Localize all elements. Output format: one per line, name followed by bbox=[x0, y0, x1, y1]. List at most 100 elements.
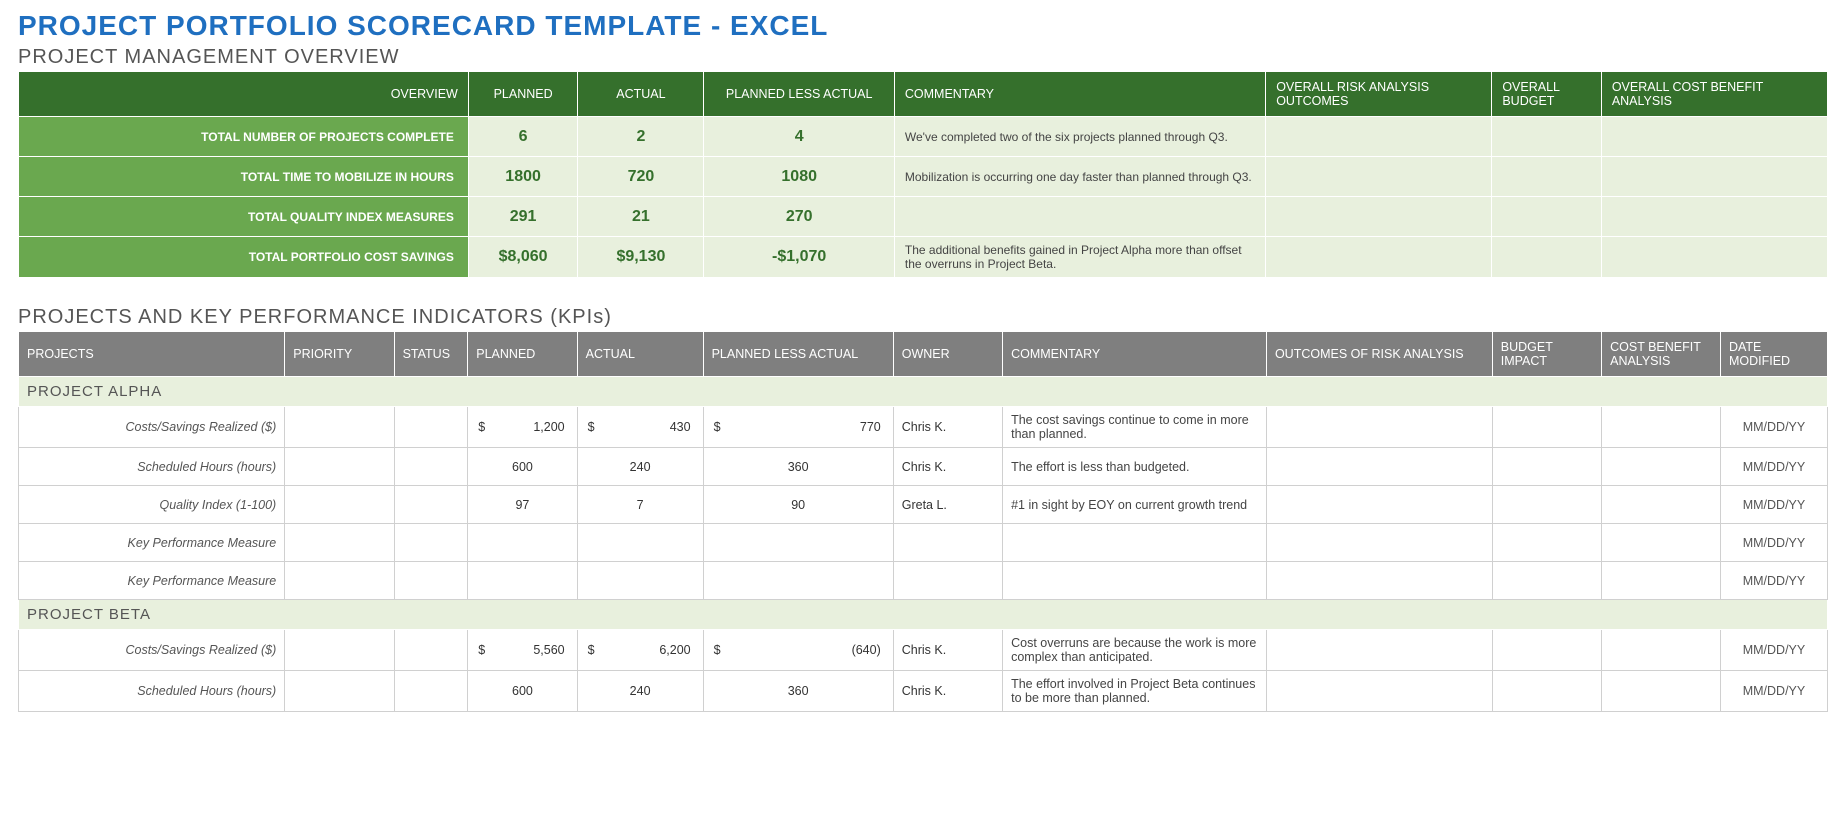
overview-row-commentary[interactable] bbox=[894, 197, 1265, 237]
kpi-cba[interactable] bbox=[1602, 671, 1721, 712]
overview-row-actual[interactable]: 2 bbox=[578, 117, 704, 157]
kpi-pla[interactable] bbox=[703, 524, 893, 562]
kpi-planned[interactable]: 600 bbox=[468, 671, 577, 712]
overview-row-budget[interactable] bbox=[1492, 237, 1601, 278]
kpi-risk[interactable] bbox=[1266, 671, 1492, 712]
priority-cell[interactable]: LOW bbox=[285, 524, 394, 562]
kpi-owner[interactable] bbox=[893, 562, 1002, 600]
overview-row-cba[interactable] bbox=[1601, 197, 1827, 237]
kpi-actual[interactable] bbox=[577, 562, 703, 600]
priority-cell[interactable]: MEDIUM bbox=[285, 448, 394, 486]
overview-row-pla[interactable]: 270 bbox=[704, 197, 894, 237]
status-cell[interactable]: GREEN bbox=[394, 562, 468, 600]
kpi-cba[interactable] bbox=[1602, 630, 1721, 671]
priority-cell[interactable]: HIGH bbox=[285, 630, 394, 671]
kpi-budget[interactable] bbox=[1492, 448, 1601, 486]
kpi-planned[interactable]: $1,200 bbox=[468, 407, 577, 448]
kpi-owner[interactable]: Chris K. bbox=[893, 448, 1002, 486]
overview-row-cba[interactable] bbox=[1601, 157, 1827, 197]
kpi-commentary[interactable]: #1 in sight by EOY on current growth tre… bbox=[1003, 486, 1267, 524]
kpi-cba[interactable] bbox=[1602, 448, 1721, 486]
overview-row-cba[interactable] bbox=[1601, 237, 1827, 278]
kpi-owner[interactable]: Greta L. bbox=[893, 486, 1002, 524]
kpi-planned[interactable] bbox=[468, 562, 577, 600]
kpi-commentary[interactable] bbox=[1003, 562, 1267, 600]
kpi-date[interactable]: MM/DD/YY bbox=[1720, 407, 1827, 448]
overview-row-commentary[interactable]: We've completed two of the six projects … bbox=[894, 117, 1265, 157]
kpi-planned[interactable] bbox=[468, 524, 577, 562]
kpi-commentary[interactable]: The effort involved in Project Beta cont… bbox=[1003, 671, 1267, 712]
kpi-risk[interactable] bbox=[1266, 486, 1492, 524]
overview-row-planned[interactable]: $8,060 bbox=[468, 237, 577, 278]
kpi-commentary[interactable]: Cost overruns are because the work is mo… bbox=[1003, 630, 1267, 671]
kpi-date[interactable]: MM/DD/YY bbox=[1720, 524, 1827, 562]
kpi-pla[interactable]: 360 bbox=[703, 448, 893, 486]
overview-row-risk[interactable] bbox=[1266, 197, 1492, 237]
status-cell[interactable]: GREY bbox=[394, 486, 468, 524]
kpi-commentary[interactable] bbox=[1003, 524, 1267, 562]
kpi-actual[interactable] bbox=[577, 524, 703, 562]
status-cell[interactable]: GREY bbox=[394, 671, 468, 712]
kpi-owner[interactable]: Chris K. bbox=[893, 630, 1002, 671]
kpi-actual[interactable]: 7 bbox=[577, 486, 703, 524]
kpi-risk[interactable] bbox=[1266, 407, 1492, 448]
overview-row-cba[interactable] bbox=[1601, 117, 1827, 157]
priority-cell[interactable]: HIGH bbox=[285, 562, 394, 600]
overview-row-risk[interactable] bbox=[1266, 117, 1492, 157]
overview-row-actual[interactable]: 720 bbox=[578, 157, 704, 197]
kpi-budget[interactable] bbox=[1492, 630, 1601, 671]
kpi-risk[interactable] bbox=[1266, 630, 1492, 671]
overview-row-budget[interactable] bbox=[1492, 157, 1601, 197]
overview-row-budget[interactable] bbox=[1492, 117, 1601, 157]
kpi-risk[interactable] bbox=[1266, 524, 1492, 562]
overview-row-actual[interactable]: 21 bbox=[578, 197, 704, 237]
kpi-pla[interactable]: $770 bbox=[703, 407, 893, 448]
kpi-pla[interactable]: 90 bbox=[703, 486, 893, 524]
kpi-commentary[interactable]: The effort is less than budgeted. bbox=[1003, 448, 1267, 486]
kpi-actual[interactable]: 240 bbox=[577, 448, 703, 486]
kpi-commentary[interactable]: The cost savings continue to come in mor… bbox=[1003, 407, 1267, 448]
kpi-actual[interactable]: $430 bbox=[577, 407, 703, 448]
kpi-pla[interactable]: $(640) bbox=[703, 630, 893, 671]
overview-row-budget[interactable] bbox=[1492, 197, 1601, 237]
status-cell[interactable]: YELLOW bbox=[394, 630, 468, 671]
status-cell[interactable]: YELLOW bbox=[394, 407, 468, 448]
kpi-budget[interactable] bbox=[1492, 524, 1601, 562]
overview-row-pla[interactable]: 1080 bbox=[704, 157, 894, 197]
kpi-cba[interactable] bbox=[1602, 524, 1721, 562]
kpi-date[interactable]: MM/DD/YY bbox=[1720, 630, 1827, 671]
kpi-date[interactable]: MM/DD/YY bbox=[1720, 486, 1827, 524]
kpi-pla[interactable]: 360 bbox=[703, 671, 893, 712]
kpi-risk[interactable] bbox=[1266, 562, 1492, 600]
status-cell[interactable]: GREEN bbox=[394, 524, 468, 562]
kpi-actual[interactable]: $6,200 bbox=[577, 630, 703, 671]
kpi-budget[interactable] bbox=[1492, 562, 1601, 600]
kpi-cba[interactable] bbox=[1602, 562, 1721, 600]
kpi-date[interactable]: MM/DD/YY bbox=[1720, 562, 1827, 600]
status-cell[interactable]: RED bbox=[394, 448, 468, 486]
overview-row-commentary[interactable]: Mobilization is occurring one day faster… bbox=[894, 157, 1265, 197]
kpi-planned[interactable]: 97 bbox=[468, 486, 577, 524]
kpi-planned[interactable]: $5,560 bbox=[468, 630, 577, 671]
kpi-cba[interactable] bbox=[1602, 486, 1721, 524]
kpi-planned[interactable]: 600 bbox=[468, 448, 577, 486]
kpi-date[interactable]: MM/DD/YY bbox=[1720, 448, 1827, 486]
kpi-budget[interactable] bbox=[1492, 486, 1601, 524]
overview-row-planned[interactable]: 1800 bbox=[468, 157, 577, 197]
overview-row-planned[interactable]: 291 bbox=[468, 197, 577, 237]
overview-row-pla[interactable]: -$1,070 bbox=[704, 237, 894, 278]
priority-cell[interactable]: MEDIUM bbox=[285, 671, 394, 712]
overview-row-risk[interactable] bbox=[1266, 237, 1492, 278]
kpi-risk[interactable] bbox=[1266, 448, 1492, 486]
kpi-budget[interactable] bbox=[1492, 671, 1601, 712]
kpi-actual[interactable]: 240 bbox=[577, 671, 703, 712]
kpi-owner[interactable]: Chris K. bbox=[893, 407, 1002, 448]
overview-row-pla[interactable]: 4 bbox=[704, 117, 894, 157]
overview-row-risk[interactable] bbox=[1266, 157, 1492, 197]
overview-row-commentary[interactable]: The additional benefits gained in Projec… bbox=[894, 237, 1265, 278]
kpi-budget[interactable] bbox=[1492, 407, 1601, 448]
priority-cell[interactable]: LOW bbox=[285, 407, 394, 448]
kpi-date[interactable]: MM/DD/YY bbox=[1720, 671, 1827, 712]
overview-row-planned[interactable]: 6 bbox=[468, 117, 577, 157]
kpi-owner[interactable]: Chris K. bbox=[893, 671, 1002, 712]
